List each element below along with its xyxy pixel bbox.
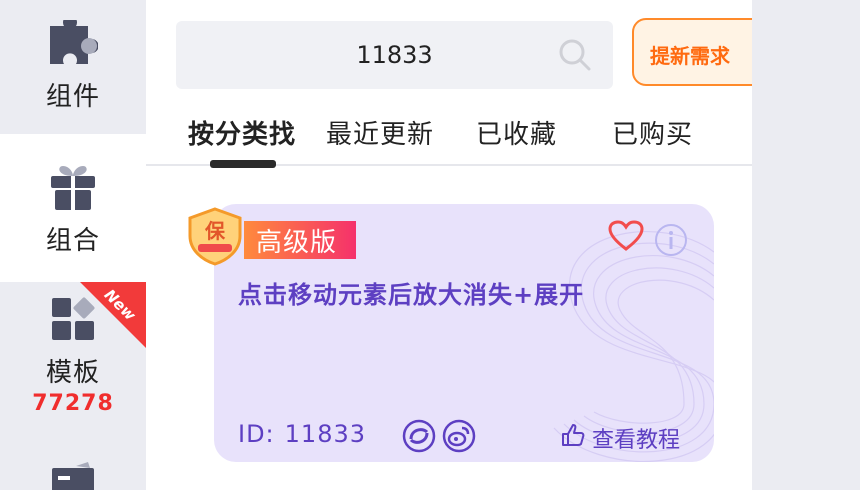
gift-icon	[49, 164, 97, 214]
hand-pointer-icon	[560, 422, 586, 454]
share-icon[interactable]	[402, 419, 436, 457]
sidebar-item-label: 组合	[45, 226, 100, 256]
new-ribbon: New	[80, 282, 146, 348]
shield-badge-icon: 保	[184, 206, 246, 270]
tab-recent-updates[interactable]: 最近更新	[326, 114, 434, 151]
new-request-button[interactable]: 提新需求	[632, 18, 752, 86]
sidebar: 组件 组合 New 模板 77278	[0, 0, 146, 490]
card-id-value: 11833	[284, 420, 367, 448]
tab-purchased[interactable]: 已购买	[612, 114, 693, 151]
puzzle-icon	[48, 15, 99, 70]
shield-text: 保	[204, 219, 226, 243]
tutorial-label: 查看教程	[592, 428, 681, 453]
main-panel: 11833 提新需求 按分类找 最近更新 已收藏 已购买 保 高级版 点击移动元…	[146, 0, 752, 490]
tab-by-category[interactable]: 按分类找	[188, 114, 296, 151]
view-tutorial-link[interactable]: 查看教程	[560, 422, 680, 454]
sidebar-item-label: 组件	[45, 82, 100, 112]
search-icon[interactable]	[557, 37, 593, 77]
heart-icon[interactable]	[608, 220, 644, 256]
sidebar-item-combos[interactable]: 组合	[0, 134, 146, 282]
card-id-label: ID:	[238, 420, 275, 448]
folder-icon	[50, 460, 96, 490]
right-gutter	[752, 0, 860, 490]
weibo-icon[interactable]	[442, 419, 476, 457]
sidebar-item-label: 模板	[45, 358, 100, 388]
sidebar-item-components[interactable]: 组件	[0, 0, 146, 134]
search-box[interactable]: 11833	[176, 21, 613, 89]
sidebar-item-folder[interactable]	[0, 442, 146, 490]
template-count: 77278	[32, 391, 114, 416]
premium-badge: 高级版	[244, 221, 356, 259]
tab-favorites[interactable]: 已收藏	[476, 114, 557, 151]
active-tab-indicator	[210, 160, 276, 168]
search-input[interactable]: 11833	[176, 41, 613, 69]
info-icon[interactable]	[654, 223, 688, 261]
card-title: 点击移动元素后放大消失+展开	[238, 281, 585, 309]
tab-bar: 按分类找 最近更新 已收藏 已购买	[146, 112, 752, 168]
sidebar-item-templates[interactable]: New 模板 77278	[0, 282, 146, 442]
card-id: ID: 11833	[238, 420, 366, 448]
